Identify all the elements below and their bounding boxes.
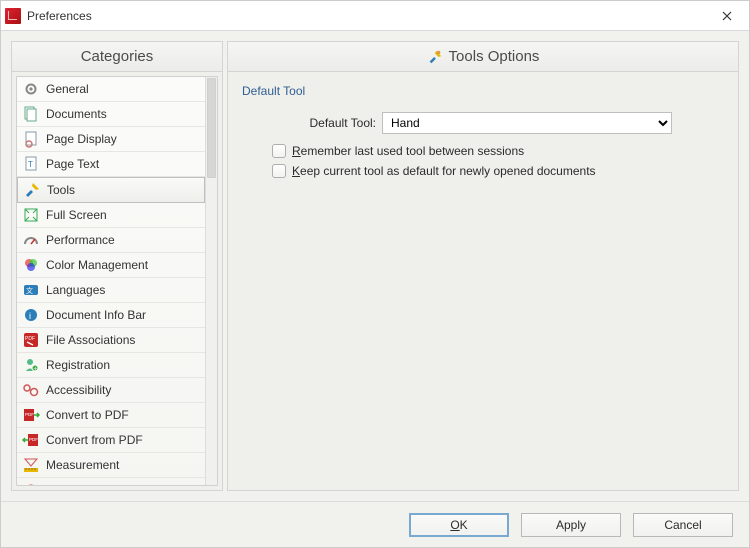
content-area: Categories General Documents Page Display T… xyxy=(1,31,749,501)
convert-from-pdf-icon: PDF xyxy=(22,431,40,449)
category-item-file-associations[interactable]: PDF File Associations xyxy=(17,328,205,353)
category-item-label: Measurement xyxy=(46,458,119,472)
category-item-performance[interactable]: Performance xyxy=(17,228,205,253)
svg-text:文: 文 xyxy=(26,286,33,295)
remember-tool-row: Remember last used tool between sessions xyxy=(272,144,724,158)
gear-icon xyxy=(22,80,40,98)
default-tool-row: Default Tool: Hand xyxy=(242,112,724,134)
category-item-tools[interactable]: Tools xyxy=(17,177,205,203)
page-display-icon xyxy=(22,130,40,148)
languages-icon: 文 xyxy=(22,281,40,299)
category-item-label: General xyxy=(46,82,89,96)
tools-icon xyxy=(427,49,443,65)
category-item-label: Tools xyxy=(47,183,75,197)
category-item-documents[interactable]: Documents xyxy=(17,102,205,127)
apply-button[interactable]: Apply xyxy=(521,513,621,537)
registration-icon: + xyxy=(22,356,40,374)
category-item-convert-to-pdf[interactable]: PDF Convert to PDF xyxy=(17,403,205,428)
cancel-button[interactable]: Cancel xyxy=(633,513,733,537)
category-item-label: Page Display xyxy=(46,132,117,146)
category-item-label: Languages xyxy=(46,283,105,297)
categories-header: Categories xyxy=(12,42,222,72)
svg-text:PDF: PDF xyxy=(29,437,38,442)
documents-icon xyxy=(22,105,40,123)
category-item-accessibility[interactable]: Accessibility xyxy=(17,378,205,403)
categories-panel: Categories General Documents Page Display T… xyxy=(11,41,223,491)
page-text-icon: T xyxy=(22,155,40,173)
category-item-label: Registration xyxy=(46,358,110,372)
window-title: Preferences xyxy=(27,9,92,23)
category-item-identity[interactable]: Identity xyxy=(17,478,205,485)
group-title: Default Tool xyxy=(242,84,724,98)
close-button[interactable] xyxy=(704,1,749,31)
identity-icon xyxy=(22,481,40,485)
category-item-label: Full Screen xyxy=(46,208,107,222)
footer: OK Apply Cancel xyxy=(1,501,749,547)
svg-text:PDF: PDF xyxy=(25,412,34,417)
category-item-measurement[interactable]: Measurement xyxy=(17,453,205,478)
category-item-label: Documents xyxy=(46,107,107,121)
category-item-label: Accessibility xyxy=(46,383,111,397)
measurement-icon xyxy=(22,456,40,474)
category-item-languages[interactable]: 文 Languages xyxy=(17,278,205,303)
file-associations-icon: PDF xyxy=(22,331,40,349)
category-item-color-management[interactable]: Color Management xyxy=(17,253,205,278)
category-item-label: File Associations xyxy=(46,333,135,347)
options-panel: Tools Options Default Tool Default Tool:… xyxy=(227,41,739,491)
keep-current-tool-row: Keep current tool as default for newly o… xyxy=(272,164,724,178)
category-item-label: Document Info Bar xyxy=(46,308,146,322)
categories-list: General Documents Page Display T Page Text To… xyxy=(16,76,218,486)
svg-text:PDF: PDF xyxy=(25,336,35,342)
color-management-icon xyxy=(22,256,40,274)
options-header: Tools Options xyxy=(228,42,738,72)
fullscreen-icon xyxy=(22,206,40,224)
doc-info-bar-icon: i xyxy=(22,306,40,324)
svg-text:T: T xyxy=(28,160,33,169)
category-item-document-info-bar[interactable]: i Document Info Bar xyxy=(17,303,205,328)
category-item-label: Identity xyxy=(46,483,85,485)
category-item-label: Color Management xyxy=(46,258,148,272)
app-icon xyxy=(5,8,21,24)
remember-tool-checkbox[interactable] xyxy=(272,144,286,158)
category-item-convert-from-pdf[interactable]: PDF Convert from PDF xyxy=(17,428,205,453)
ok-button[interactable]: OK xyxy=(409,513,509,537)
default-tool-select[interactable]: Hand xyxy=(382,112,672,134)
category-item-label: Convert to PDF xyxy=(46,408,129,422)
remember-tool-label[interactable]: Remember last used tool between sessions xyxy=(292,144,524,158)
category-item-label: Convert from PDF xyxy=(46,433,143,447)
category-item-page-display[interactable]: Page Display xyxy=(17,127,205,152)
options-content: Default Tool Default Tool: Hand Remember… xyxy=(228,72,738,490)
keep-current-tool-checkbox[interactable] xyxy=(272,164,286,178)
svg-text:+: + xyxy=(34,367,38,373)
category-item-label: Performance xyxy=(46,233,115,247)
svg-text:i: i xyxy=(29,311,31,321)
category-item-general[interactable]: General xyxy=(17,77,205,102)
tools-icon xyxy=(23,181,41,199)
scrollbar-track[interactable] xyxy=(205,77,217,485)
keep-current-tool-label[interactable]: Keep current tool as default for newly o… xyxy=(292,164,596,178)
titlebar: Preferences xyxy=(1,1,749,31)
category-item-full-screen[interactable]: Full Screen xyxy=(17,203,205,228)
convert-to-pdf-icon: PDF xyxy=(22,406,40,424)
accessibility-icon xyxy=(22,381,40,399)
close-icon xyxy=(722,11,732,21)
category-item-label: Page Text xyxy=(46,157,99,171)
category-item-registration[interactable]: + Registration xyxy=(17,353,205,378)
category-item-page-text[interactable]: T Page Text xyxy=(17,152,205,177)
default-tool-label: Default Tool: xyxy=(242,116,382,130)
preferences-window: Preferences Categories General Documents P… xyxy=(0,0,750,548)
performance-icon xyxy=(22,231,40,249)
scrollbar-thumb[interactable] xyxy=(207,78,216,178)
